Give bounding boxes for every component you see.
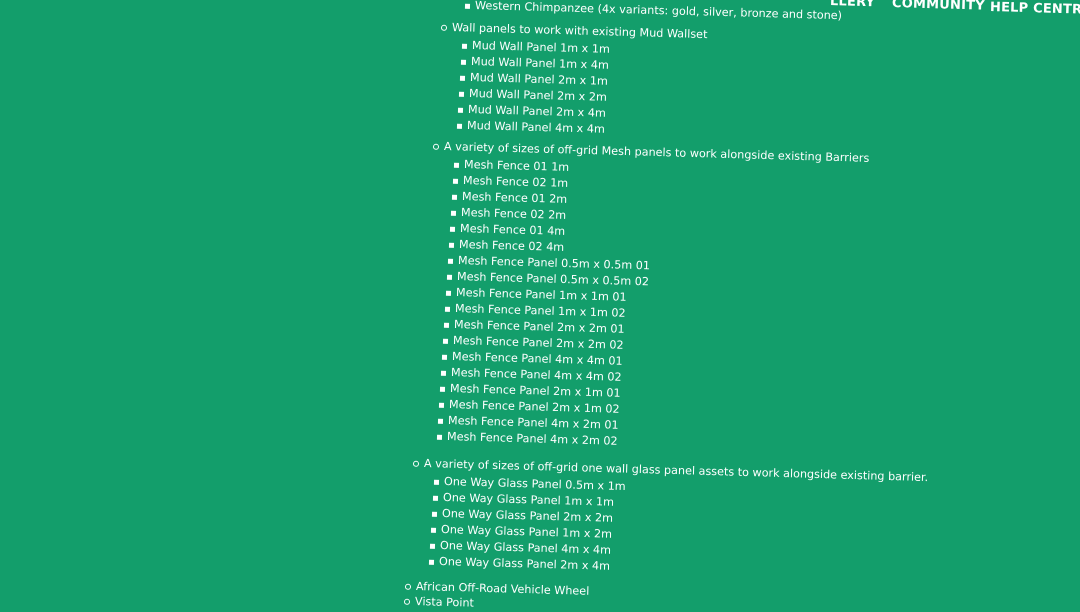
list-item: Mud Wall Panel 2m x 1m [459, 71, 608, 89]
square-bullet-icon [441, 354, 448, 360]
feature-list: Western Chimpanzee (4x variants: gold, s… [0, 0, 1080, 612]
list-item: Mud Wall Panel 4m x 4m [456, 119, 605, 137]
square-bullet-icon [429, 543, 436, 549]
list-item: Mesh Fence 01 4m [449, 222, 565, 239]
list-item-chimpanzee: Western Chimpanzee (4x variants: gold, s… [464, 0, 842, 23]
square-bullet-icon [449, 226, 456, 232]
square-bullet-icon [443, 322, 450, 328]
circle-bullet-icon [412, 460, 420, 467]
square-bullet-icon [447, 258, 454, 264]
square-bullet-icon [459, 75, 466, 81]
square-bullet-icon [457, 107, 464, 113]
square-bullet-icon [450, 210, 457, 216]
square-bullet-icon [448, 242, 455, 248]
square-bullet-icon [439, 386, 446, 392]
square-bullet-icon [431, 511, 438, 517]
list-item: Mud Wall Panel 2m x 2m [458, 87, 607, 105]
square-bullet-icon [437, 418, 444, 424]
square-bullet-icon [452, 178, 459, 184]
square-bullet-icon [460, 59, 467, 65]
list-item: Mud Wall Panel 1m x 1m [461, 39, 610, 57]
circle-bullet-icon [440, 24, 448, 31]
circle-bullet-icon [403, 598, 411, 605]
square-bullet-icon [456, 123, 463, 129]
list-item: Mesh Fence 02 2m [450, 206, 566, 223]
list-item-vista-point: Vista Point [403, 595, 474, 611]
list-item: Mud Wall Panel 2m x 4m [457, 103, 606, 121]
square-bullet-icon [461, 43, 468, 49]
list-item: Mesh Fence 01 1m [453, 158, 569, 175]
square-bullet-icon [433, 479, 440, 485]
square-bullet-icon [436, 434, 443, 440]
square-bullet-icon [428, 559, 435, 565]
square-bullet-icon [444, 306, 451, 312]
square-bullet-icon [451, 194, 458, 200]
square-bullet-icon [453, 162, 460, 168]
list-item: Mesh Fence Panel 4m x 2m 02 [436, 430, 618, 449]
square-bullet-icon [438, 402, 445, 408]
square-bullet-icon [432, 495, 439, 501]
square-bullet-icon [442, 338, 449, 344]
circle-bullet-icon [432, 143, 440, 150]
circle-bullet-icon [404, 583, 412, 590]
list-item: Mud Wall Panel 1m x 4m [460, 55, 609, 73]
square-bullet-icon [446, 274, 453, 280]
square-bullet-icon [445, 290, 452, 296]
list-item: Mesh Fence 01 2m [451, 190, 567, 207]
square-bullet-icon [440, 370, 447, 376]
list-item: Mesh Fence 02 4m [448, 238, 564, 255]
square-bullet-icon [458, 91, 465, 97]
list-item: One Way Glass Panel 2m x 4m [428, 555, 610, 574]
square-bullet-icon [430, 527, 437, 533]
list-item: Mesh Fence 02 1m [452, 174, 568, 191]
square-bullet-icon [464, 3, 471, 9]
